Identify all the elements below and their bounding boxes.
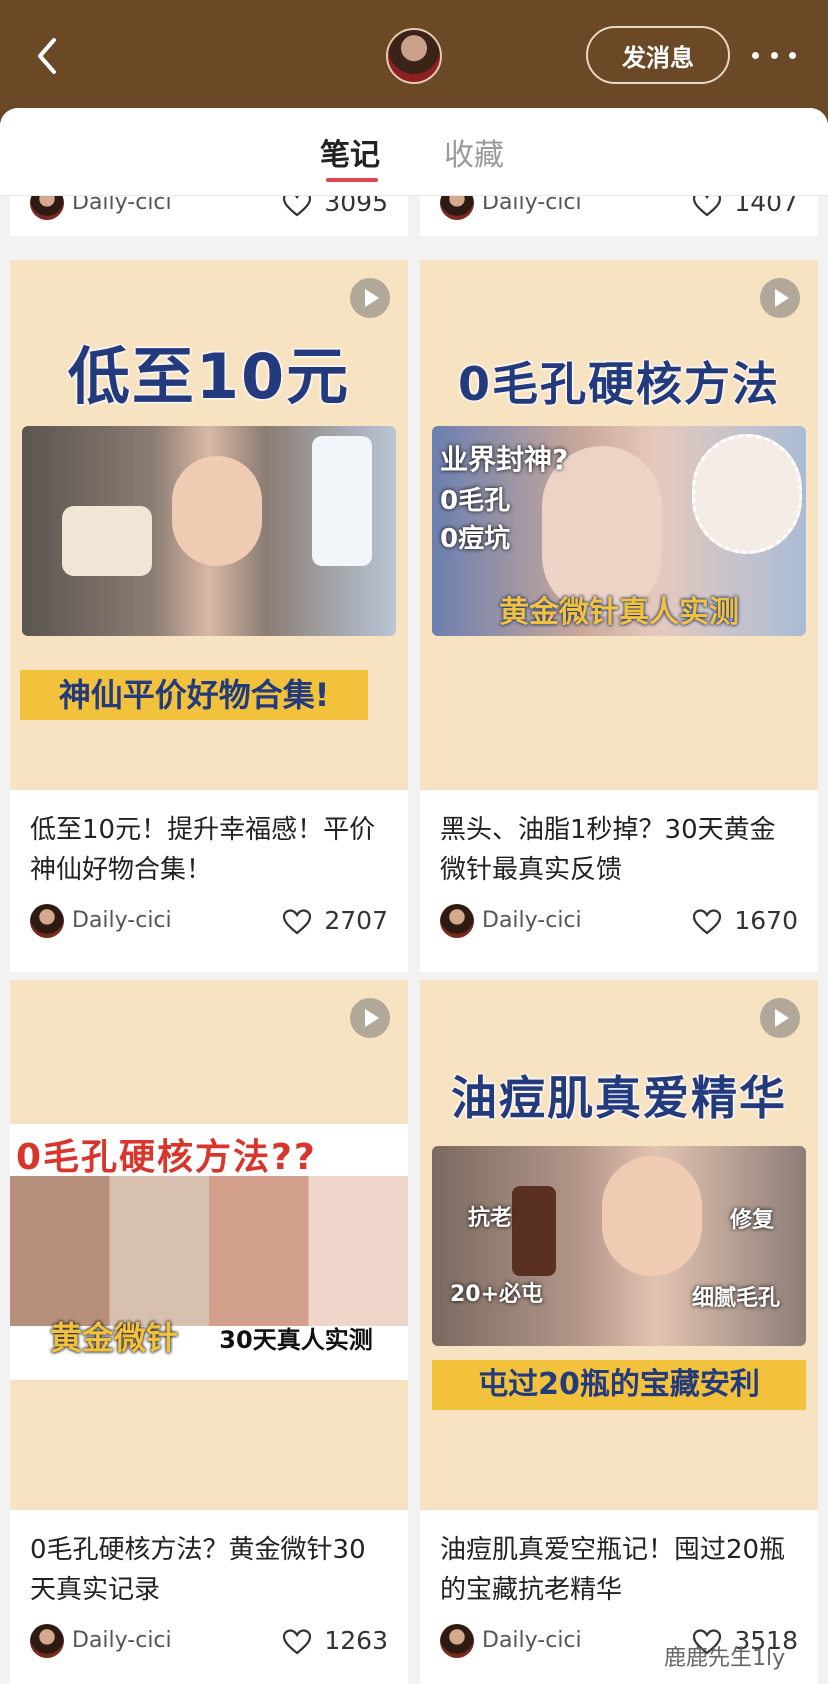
cover-caption: 30天真人实测 bbox=[219, 1326, 373, 1354]
author-avatar bbox=[440, 1624, 474, 1658]
cover-photo bbox=[22, 426, 396, 636]
card-meta: Daily-cici 1263 bbox=[10, 1610, 408, 1672]
video-cover[interactable]: 油痘肌真爱精华 抗老 修复 20+必屯 细腻毛孔 屯过20瓶的宝藏安利 bbox=[420, 980, 818, 1510]
cover-overlay-text: 0毛孔 bbox=[440, 486, 511, 516]
heart-icon[interactable] bbox=[282, 1628, 312, 1656]
cover-headline: 油痘肌真爱精华 bbox=[451, 1071, 787, 1125]
play-icon bbox=[760, 278, 800, 318]
author-avatar bbox=[440, 904, 474, 938]
note-card[interactable]: 低至10元 神仙平价好物合集! 低至10元！提升幸福感！平价神仙好物合集！ Da… bbox=[10, 260, 408, 972]
cover-photo bbox=[432, 1146, 806, 1346]
heart-icon[interactable] bbox=[282, 908, 312, 936]
heart-icon[interactable] bbox=[692, 908, 722, 936]
cover-caption: 屯过20瓶的宝藏安利 bbox=[432, 1360, 806, 1410]
like-count: 2707 bbox=[324, 906, 388, 935]
like-count: 1263 bbox=[324, 1626, 388, 1655]
cover-headline: 0毛孔硬核方法?? bbox=[16, 1137, 317, 1178]
author-name: Daily-cici bbox=[482, 1628, 582, 1653]
note-title: 0毛孔硬核方法？黄金微针30天真实记录 bbox=[30, 1535, 366, 1605]
note-title: 油痘肌真爱空瓶记！囤过20瓶的宝藏抗老精华 bbox=[440, 1535, 786, 1605]
author-name: Daily-cici bbox=[72, 1628, 172, 1653]
play-icon bbox=[350, 278, 390, 318]
active-tab-indicator bbox=[326, 178, 378, 182]
note-card[interactable]: 0毛孔硬核方法?? 黄金微针 30天真人实测 0毛孔硬核方法？黄金微针30天真实… bbox=[10, 980, 408, 1684]
note-title: 黑头、油脂1秒掉？30天黄金微针最真实反馈 bbox=[440, 815, 776, 885]
tab-favorites[interactable]: 收藏 bbox=[444, 130, 504, 174]
play-icon bbox=[760, 998, 800, 1038]
tab-bar: 笔记 收藏 bbox=[0, 108, 828, 196]
send-message-button[interactable]: 发消息 bbox=[586, 26, 730, 84]
cover-headline: 0毛孔硬核方法 bbox=[457, 357, 780, 411]
top-bar: 发消息 bbox=[0, 0, 828, 110]
profile-avatar[interactable] bbox=[386, 28, 442, 84]
tab-notes[interactable]: 笔记 bbox=[320, 130, 380, 174]
card-meta: Daily-cici 2707 bbox=[10, 890, 408, 952]
note-card[interactable]: 油痘肌真爱精华 抗老 修复 20+必屯 细腻毛孔 屯过20瓶的宝藏安利 油痘肌真… bbox=[420, 980, 818, 1684]
cover-tag: 20+必屯 bbox=[450, 1282, 544, 1307]
video-cover[interactable]: 低至10元 神仙平价好物合集! bbox=[10, 260, 408, 790]
video-cover[interactable]: 0毛孔硬核方法?? 黄金微针 30天真人实测 bbox=[10, 980, 408, 1510]
more-options-icon[interactable] bbox=[752, 42, 796, 68]
card-meta: Daily-cici 1670 bbox=[420, 890, 818, 952]
cover-overlay-text: 0痘坑 bbox=[440, 524, 511, 554]
cover-caption: 神仙平价好物合集! bbox=[20, 670, 368, 720]
watermark: 鹿鹿先生1ly bbox=[664, 1646, 786, 1671]
cover-overlay-text: 业界封神? bbox=[440, 443, 569, 476]
cover-tag: 细腻毛孔 bbox=[692, 1286, 781, 1311]
author-name: Daily-cici bbox=[72, 908, 172, 933]
cover-photo bbox=[10, 1176, 408, 1326]
content-sheet: 笔记 收藏 Daily-cici 3095 Daily-cici 1407 低至… bbox=[0, 108, 828, 1684]
author-name: Daily-cici bbox=[482, 908, 582, 933]
play-icon bbox=[350, 998, 390, 1038]
note-card[interactable]: 0毛孔硬核方法 业界封神? 0毛孔 0痘坑 黄金微针真人实测 黑头、油脂1秒掉？… bbox=[420, 260, 818, 972]
author-avatar bbox=[30, 904, 64, 938]
like-count: 1670 bbox=[734, 906, 798, 935]
cover-tag: 抗老 bbox=[468, 1206, 513, 1231]
note-title: 低至10元！提升幸福感！平价神仙好物合集！ bbox=[30, 815, 376, 885]
back-arrow-icon[interactable] bbox=[30, 34, 66, 78]
cover-tag: 修复 bbox=[730, 1208, 775, 1233]
cover-headline: 低至10元 bbox=[67, 340, 351, 413]
author-avatar bbox=[30, 1624, 64, 1658]
cover-caption: 黄金微针 bbox=[49, 1319, 178, 1357]
cover-caption: 黄金微针真人实测 bbox=[499, 595, 739, 630]
video-cover[interactable]: 0毛孔硬核方法 业界封神? 0毛孔 0痘坑 黄金微针真人实测 bbox=[420, 260, 818, 790]
